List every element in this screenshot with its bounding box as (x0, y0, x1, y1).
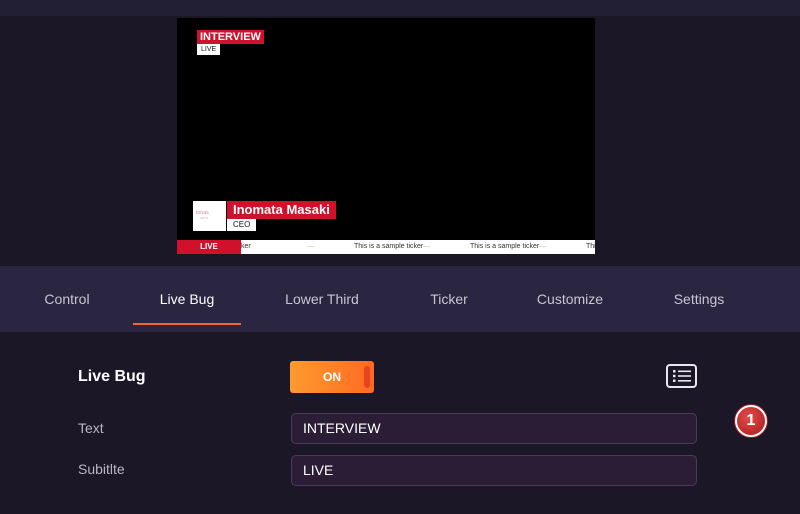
live-bug-subtitle: LIVE (197, 44, 221, 55)
tab-live-bug[interactable]: Live Bug (133, 266, 241, 332)
tab-control[interactable]: Control (33, 266, 101, 332)
ticker-live-label: LIVE (177, 240, 241, 254)
ticker-message: This is a sample ticker (470, 243, 540, 250)
ticker-message: This is a sample ticker (586, 243, 595, 250)
toggle-label: ON (323, 370, 341, 384)
lower-third-title: CEO (227, 219, 257, 231)
subtitle-input[interactable]: LIVE (291, 455, 697, 486)
logo-subtext: ARTS (200, 216, 208, 220)
top-strip (0, 0, 800, 16)
toggle-knob (364, 366, 370, 388)
subtitle-label: Subitlte (78, 461, 125, 477)
tab-lower-third[interactable]: Lower Third (272, 266, 372, 332)
text-label: Text (78, 420, 104, 436)
ticker-separator: — (539, 243, 546, 250)
text-input[interactable]: INTERVIEW (291, 413, 697, 444)
tab-customize[interactable]: Customize (526, 266, 614, 332)
tab-settings[interactable]: Settings (662, 266, 736, 332)
live-bug-toggle[interactable]: ON (290, 361, 374, 393)
live-bug-heading: Live Bug (78, 368, 146, 385)
tab-bar: Control Live Bug Lower Third Ticker Cust… (0, 266, 800, 332)
ticker-separator: — (307, 243, 314, 250)
list-icon (673, 370, 691, 382)
live-bug-title: INTERVIEW (197, 30, 264, 44)
lower-third-name: Inomata Masaki (227, 201, 336, 219)
broadcast-preview: INTERVIEW LIVE ionas ARTS Inomata Masaki… (177, 18, 595, 254)
tab-ticker[interactable]: Ticker (419, 266, 479, 332)
ticker-message: This is a sample ticker (354, 243, 424, 250)
step-number-badge: 1 (735, 405, 767, 437)
ticker-bar: ker — This is a sample ticker — This is … (177, 240, 595, 254)
ticker-fragment: ker (241, 243, 251, 250)
ticker-separator: — (423, 243, 430, 250)
ticker-track: ker — This is a sample ticker — This is … (241, 240, 595, 254)
list-button[interactable] (666, 364, 697, 388)
lower-third-logo: ionas ARTS (193, 201, 226, 231)
